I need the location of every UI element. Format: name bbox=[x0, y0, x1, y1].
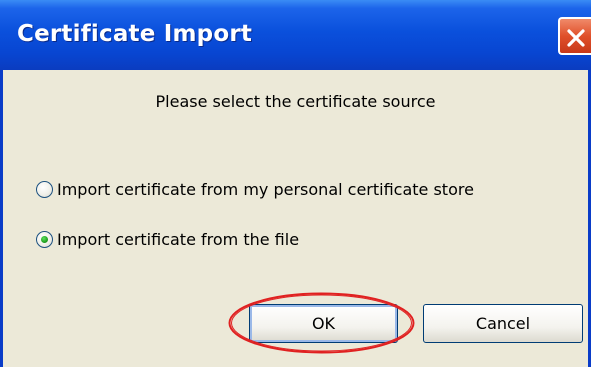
option-personal-store[interactable]: Import certificate from my personal cert… bbox=[36, 178, 474, 200]
close-button[interactable] bbox=[558, 17, 591, 55]
window-title: Certificate Import bbox=[17, 21, 253, 47]
close-icon bbox=[567, 29, 585, 47]
title-bar[interactable]: Certificate Import bbox=[0, 0, 591, 70]
option-personal-store-label: Import certificate from my personal cert… bbox=[57, 179, 474, 199]
cancel-button[interactable]: Cancel bbox=[423, 304, 583, 343]
prompt-text: Please select the certificate source bbox=[155, 92, 436, 111]
certificate-import-dialog: Certificate Import Please select the cer… bbox=[0, 0, 591, 367]
dialog-content: Please select the certificate source Imp… bbox=[3, 70, 588, 367]
option-file-label: Import certificate from the file bbox=[57, 229, 300, 249]
radio-file[interactable] bbox=[36, 230, 53, 248]
option-file[interactable]: Import certificate from the file bbox=[36, 228, 299, 250]
ok-button[interactable]: OK bbox=[249, 304, 398, 343]
radio-personal-store[interactable] bbox=[36, 180, 53, 198]
